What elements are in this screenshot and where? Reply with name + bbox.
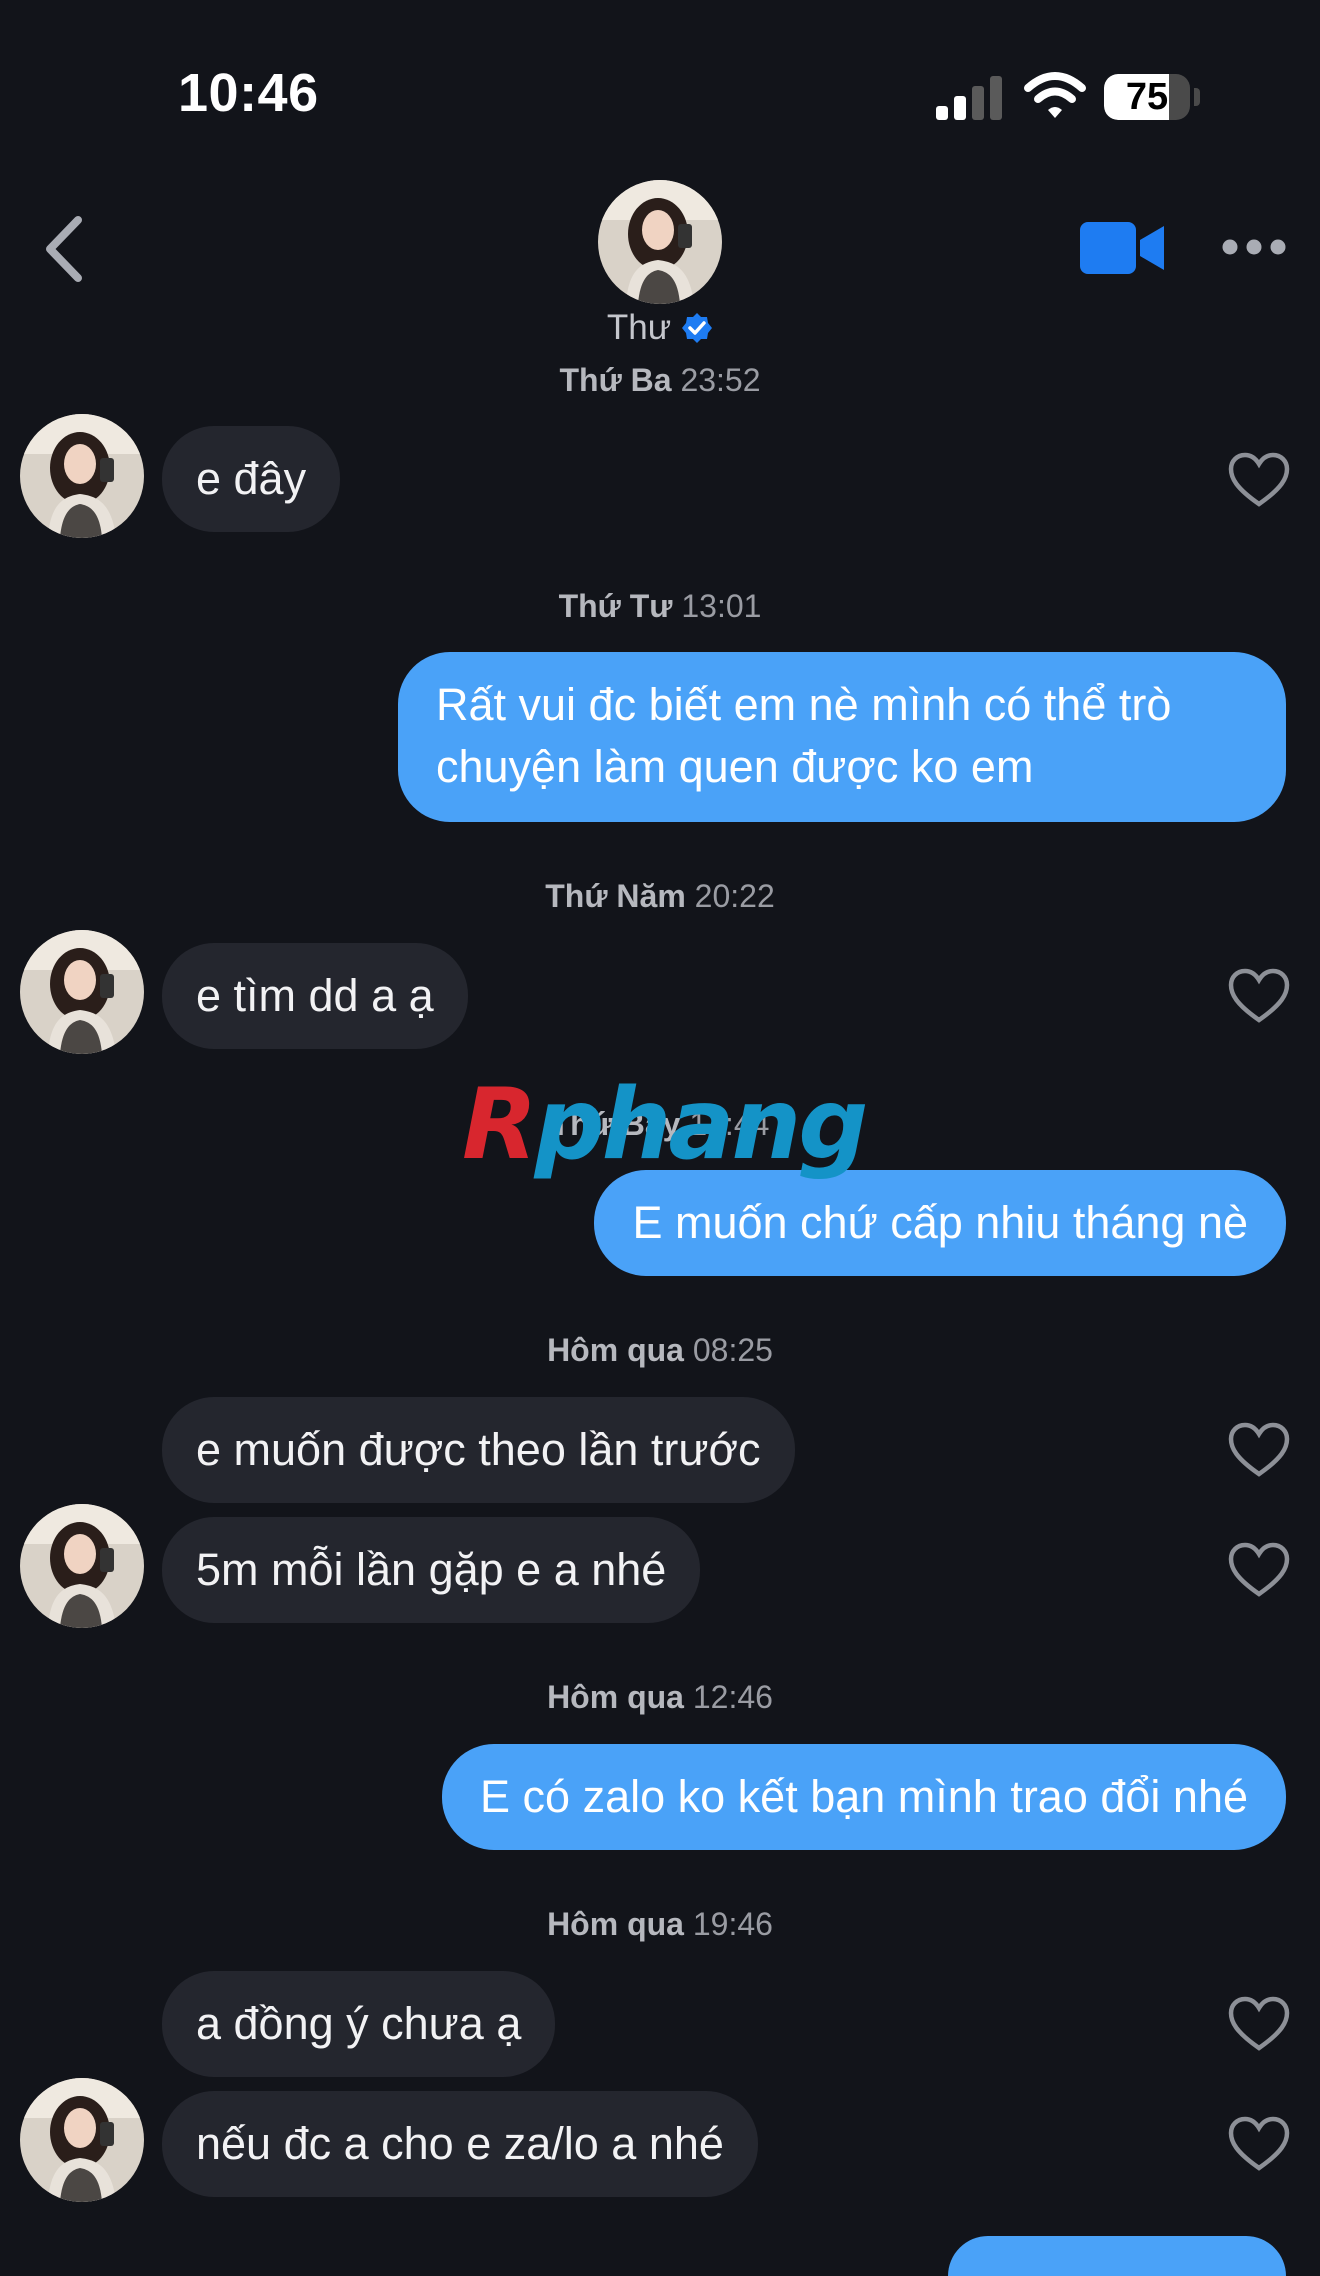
timestamp: Thứ Bảy 17:44 [550,1106,770,1142]
message-outgoing-partial[interactable] [948,2236,1286,2276]
timestamp: Thứ Năm 20:22 [545,878,775,914]
message-incoming[interactable]: 5m mỗi lần gặp e a nhé [162,1517,701,1623]
verified-badge-icon [682,313,713,343]
message-incoming[interactable]: e đây [162,426,341,532]
timestamp: Hôm qua 19:46 [547,1906,773,1942]
cellular-signal-icon [936,76,1002,120]
back-arrow-icon[interactable] [40,214,90,284]
heart-icon[interactable] [1228,968,1290,1024]
battery-indicator: 75 [1104,74,1200,120]
heart-icon[interactable] [1228,1422,1290,1478]
timestamp: Thứ Ba 23:52 [559,362,761,398]
sender-avatar[interactable] [20,2078,144,2202]
message-incoming[interactable]: nếu đc a cho e za/lo a nhé [162,2091,758,2197]
wifi-icon [1024,72,1086,118]
message-outgoing[interactable]: Rất vui đc biết em nè mình có thể trò ch… [398,652,1286,822]
timestamp: Thứ Tư 13:01 [558,588,762,624]
status-time: 10:46 [178,63,319,123]
battery-level: 75 [1125,76,1169,118]
heart-icon[interactable] [1228,452,1290,508]
video-call-icon[interactable] [1080,220,1164,276]
contact-name-row[interactable]: Thư [560,308,760,348]
sender-avatar[interactable] [20,1504,144,1628]
heart-icon[interactable] [1228,1542,1290,1598]
heart-icon[interactable] [1228,1996,1290,2052]
message-incoming[interactable]: e muốn được theo lần trước [162,1397,795,1503]
contact-name: Thư [606,308,672,347]
message-incoming[interactable]: e tìm dd a ạ [162,943,468,1049]
contact-avatar[interactable] [598,180,722,304]
heart-icon[interactable] [1228,2116,1290,2172]
message-outgoing[interactable]: E có zalo ko kết bạn mình trao đổi nhé [442,1744,1286,1850]
more-options-icon[interactable] [1222,236,1286,258]
message-incoming[interactable]: a đồng ý chưa ạ [162,1971,556,2077]
timestamp: Hôm qua 08:25 [547,1332,773,1368]
sender-avatar[interactable] [20,414,144,538]
sender-avatar[interactable] [20,930,144,1054]
timestamp: Hôm qua 12:46 [547,1679,773,1715]
message-outgoing[interactable]: E muốn chứ cấp nhiu tháng nè [594,1170,1286,1276]
